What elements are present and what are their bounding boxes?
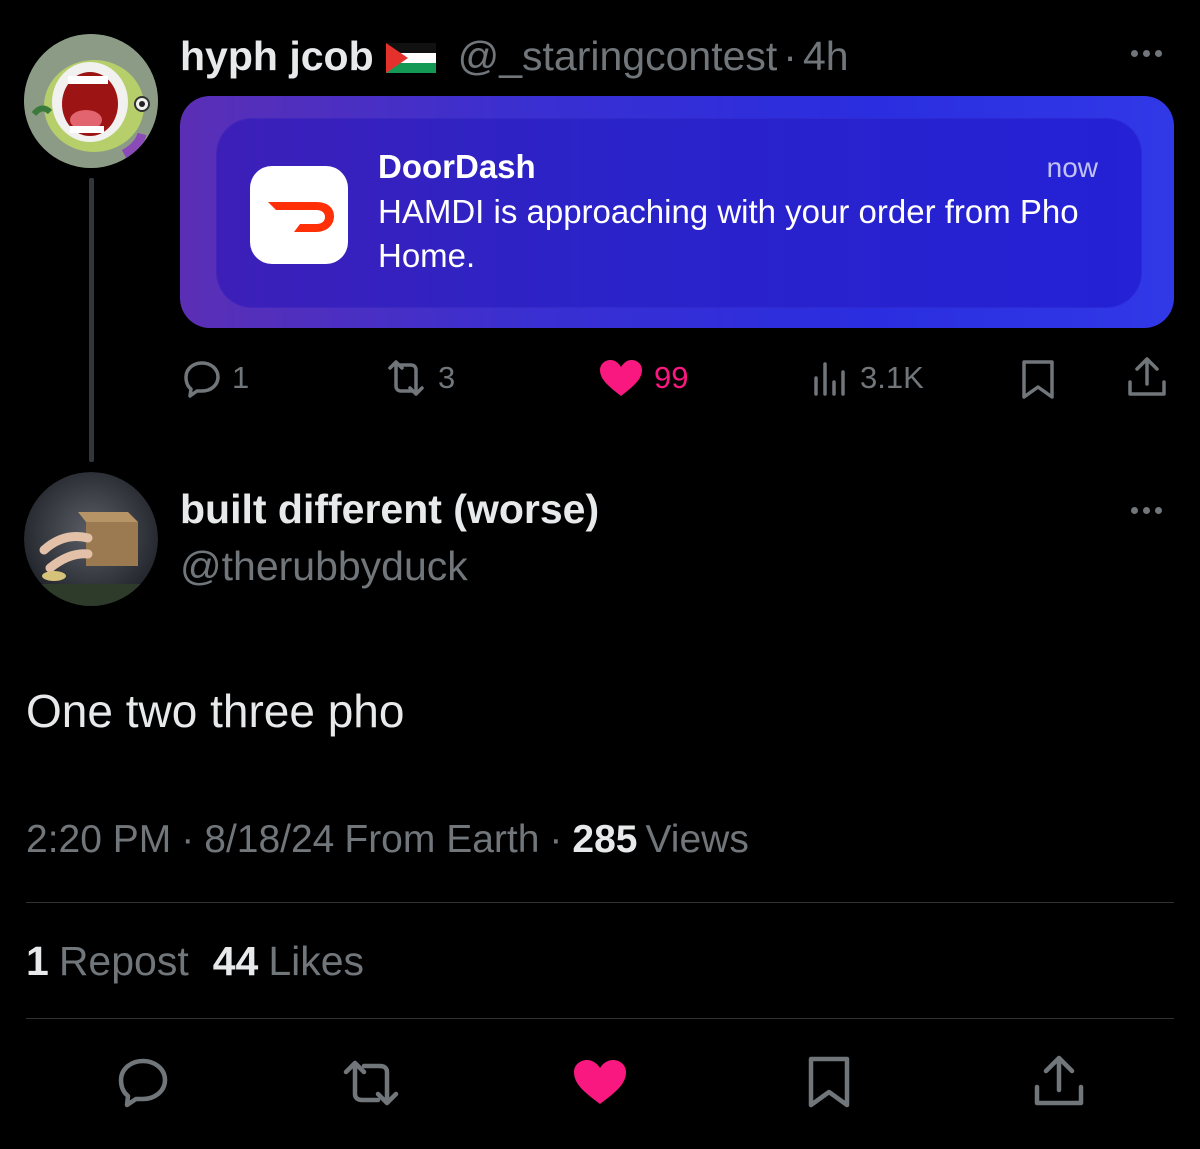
tweet-source: From Earth xyxy=(344,818,540,861)
divider xyxy=(26,1018,1174,1019)
views-label: Views xyxy=(645,818,749,861)
tweet1-header: hyph jcob @_staringcontest · 4h xyxy=(180,30,849,82)
tweet2-handle[interactable]: @therubbyduck xyxy=(180,543,468,590)
notification-banner: DoorDash now HAMDI is approaching with y… xyxy=(216,118,1142,308)
avatar-built-different[interactable] xyxy=(24,472,158,606)
reply-icon xyxy=(182,358,222,398)
likes-count: 44 xyxy=(212,938,259,984)
heart-filled-icon[interactable] xyxy=(572,1058,628,1106)
reply-icon[interactable] xyxy=(116,1056,170,1108)
views-count: 285 xyxy=(572,818,638,861)
tweet2-display-name[interactable]: built different (worse) xyxy=(180,486,599,533)
tweet-text: One two three pho xyxy=(26,685,405,737)
tweet-metadata: 2:20 PM · 8/18/24 From Earth · 285 Views xyxy=(26,818,749,862)
reply-count: 1 xyxy=(232,360,250,395)
avatar-hyph-jcob[interactable] xyxy=(24,34,158,168)
bookmark-icon[interactable] xyxy=(806,1054,852,1110)
bookmark-icon[interactable] xyxy=(1018,358,1058,400)
notification-time: now xyxy=(1046,152,1098,183)
reposts-label: Repost xyxy=(58,938,189,984)
more-options-icon[interactable] xyxy=(1131,507,1162,514)
views-count: 3.1K xyxy=(860,360,924,395)
likes-label: Likes xyxy=(268,938,365,984)
analytics-icon xyxy=(810,358,850,398)
timestamp[interactable]: 4h xyxy=(803,33,849,80)
thread-line xyxy=(89,178,94,462)
repost-count: 3 xyxy=(438,360,456,395)
reposts-stat[interactable]: 1 Repost xyxy=(26,938,189,985)
separator: · xyxy=(783,32,797,79)
share-icon[interactable] xyxy=(1126,356,1168,400)
repost-button[interactable]: 3 xyxy=(384,358,455,398)
flag-icon xyxy=(385,43,436,73)
more-options-icon[interactable] xyxy=(1131,50,1162,57)
repost-icon xyxy=(384,358,428,398)
display-name[interactable]: hyph jcob xyxy=(180,33,374,80)
notification-app-name: DoorDash xyxy=(378,148,536,185)
tweet-time[interactable]: 2:20 PM xyxy=(26,818,171,862)
reposts-count: 1 xyxy=(26,938,49,984)
repost-icon[interactable] xyxy=(340,1058,402,1108)
notification-message: HAMDI is approaching with your order fro… xyxy=(378,193,1079,274)
divider xyxy=(26,902,1174,903)
like-button[interactable]: 99 xyxy=(598,358,688,398)
tweet-media-image[interactable]: DoorDash now HAMDI is approaching with y… xyxy=(180,96,1174,328)
tweet-date[interactable]: 8/18/24 xyxy=(204,818,334,862)
likes-stat[interactable]: 44 Likes xyxy=(213,938,364,985)
like-count: 99 xyxy=(654,360,689,395)
heart-filled-icon xyxy=(598,358,644,398)
engagement-stats: 1 Repost 44 Likes xyxy=(26,938,364,985)
doordash-logo-icon xyxy=(250,166,348,264)
views-button[interactable]: 3.1K xyxy=(810,358,924,398)
share-icon[interactable] xyxy=(1032,1054,1086,1110)
handle[interactable]: @_staringcontest xyxy=(458,33,778,80)
reply-button[interactable]: 1 xyxy=(182,358,249,398)
